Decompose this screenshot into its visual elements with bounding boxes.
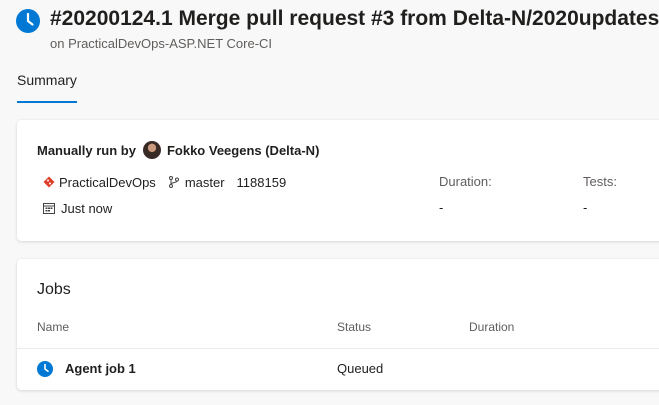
pipeline-link[interactable]: on PracticalDevOps-ASP.NET Core-CI bbox=[50, 36, 272, 51]
duration-value: - bbox=[439, 200, 444, 215]
jobs-card: Jobs Name Status Duration Agent job 1 Qu… bbox=[17, 259, 659, 390]
column-header-duration: Duration bbox=[469, 320, 515, 334]
trigger-prefix: Manually run by bbox=[37, 142, 136, 158]
page-title: #20200124.1 Merge pull request #3 from D… bbox=[50, 7, 659, 30]
jobs-title: Jobs bbox=[37, 281, 71, 298]
trigger-user[interactable]: Fokko Veegens (Delta-N) bbox=[167, 143, 319, 158]
repo-name[interactable]: PracticalDevOps bbox=[59, 175, 156, 190]
job-name: Agent job 1 bbox=[65, 361, 136, 376]
time-info: Just now bbox=[43, 200, 112, 216]
git-repo-icon bbox=[43, 176, 55, 188]
duration-label: Duration: bbox=[439, 174, 492, 189]
branch-icon bbox=[168, 176, 179, 188]
tests-value: - bbox=[583, 200, 588, 215]
branch-name[interactable]: master bbox=[185, 175, 225, 190]
clock-icon bbox=[16, 9, 40, 33]
table-row[interactable]: Agent job 1 Queued bbox=[17, 349, 659, 389]
run-header: #20200124.1 Merge pull request #3 from D… bbox=[0, 0, 659, 60]
tests-label: Tests: bbox=[583, 174, 617, 189]
column-header-name: Name bbox=[37, 320, 70, 334]
tab-summary[interactable]: Summary bbox=[17, 72, 77, 88]
calendar-icon bbox=[43, 203, 55, 214]
column-header-status: Status bbox=[337, 320, 372, 334]
clock-icon bbox=[37, 361, 53, 377]
source-info: PracticalDevOps master 1188159 bbox=[43, 174, 286, 190]
commit-id[interactable]: 1188159 bbox=[237, 175, 287, 190]
tab-selected-indicator bbox=[17, 101, 77, 103]
run-summary-card: Manually run by Fokko Veegens (Delta-N) … bbox=[17, 120, 659, 241]
avatar bbox=[142, 141, 161, 159]
job-status: Queued bbox=[337, 361, 384, 376]
trigger-info: Manually run by Fokko Veegens (Delta-N) bbox=[37, 140, 319, 160]
run-time: Just now bbox=[61, 200, 113, 216]
